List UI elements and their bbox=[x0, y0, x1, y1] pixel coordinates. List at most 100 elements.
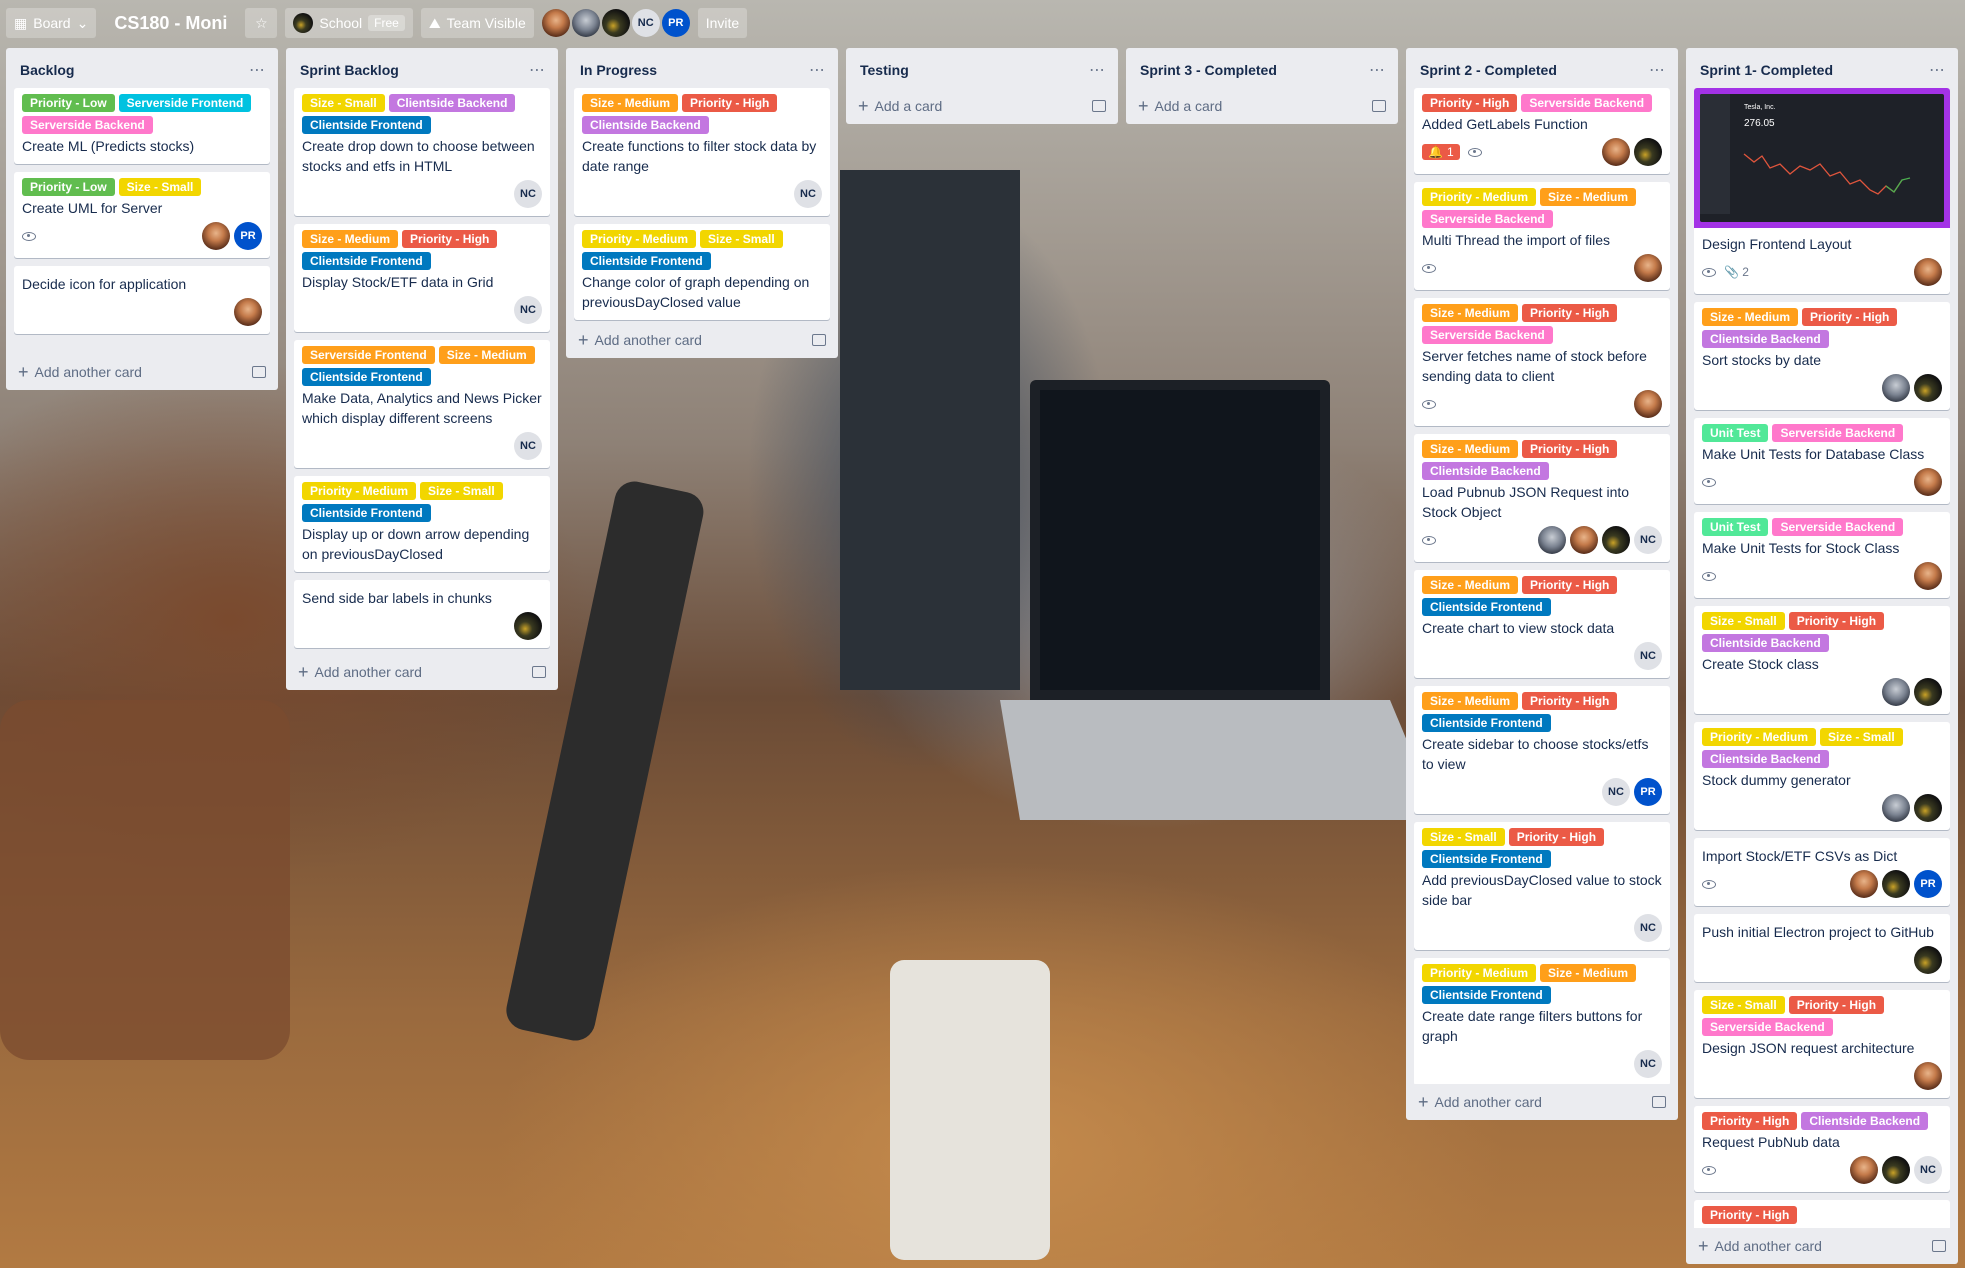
avatar[interactable]: PR bbox=[661, 9, 690, 37]
avatar[interactable]: NC bbox=[514, 296, 542, 324]
card-label[interactable]: Size - Small bbox=[1702, 612, 1785, 630]
card[interactable]: Unit Test Serverside Backend Make Unit Tes… bbox=[1694, 418, 1950, 504]
avatar[interactable] bbox=[1882, 794, 1910, 822]
card-label[interactable]: Size - Medium bbox=[1422, 576, 1519, 594]
more-options-icon[interactable]: ⋯ bbox=[1089, 60, 1106, 80]
card-label[interactable]: Size - Small bbox=[302, 94, 385, 112]
card-label[interactable]: Priority - Medium bbox=[582, 230, 697, 248]
avatar[interactable] bbox=[1914, 562, 1942, 590]
avatar[interactable] bbox=[1634, 254, 1662, 282]
more-options-icon[interactable]: ⋯ bbox=[529, 60, 546, 80]
card-label[interactable]: Priority - Medium bbox=[1422, 964, 1537, 982]
avatar[interactable]: NC bbox=[631, 9, 660, 37]
card-label[interactable]: Clientside Backend bbox=[1702, 750, 1829, 768]
avatar[interactable]: NC bbox=[1634, 914, 1662, 942]
card-label[interactable]: Serverside Frontend bbox=[302, 346, 435, 364]
list-title[interactable]: In Progress bbox=[580, 62, 657, 78]
card-label[interactable]: Clientside Frontend bbox=[582, 252, 711, 270]
card-label[interactable]: Unit Test bbox=[1702, 518, 1769, 536]
avatar[interactable] bbox=[1850, 1156, 1878, 1184]
card[interactable]: Priority - Medium Size - Medium Serverside… bbox=[1414, 182, 1670, 290]
add-card-button[interactable]: + Add another card bbox=[6, 354, 278, 390]
avatar[interactable] bbox=[1914, 258, 1942, 286]
avatar[interactable] bbox=[1850, 870, 1878, 898]
card-label[interactable]: Clientside Frontend bbox=[1422, 986, 1551, 1004]
card[interactable]: Priority - High Clientside Backend Request… bbox=[1694, 1106, 1950, 1192]
list-title[interactable]: Sprint 2 - Completed bbox=[1420, 62, 1557, 78]
card-label[interactable]: Serverside Backend bbox=[22, 116, 153, 134]
avatar[interactable] bbox=[1914, 794, 1942, 822]
card-label[interactable]: Serverside Backend bbox=[1772, 518, 1904, 536]
avatar[interactable] bbox=[1882, 374, 1910, 402]
avatar[interactable] bbox=[1570, 526, 1598, 554]
card[interactable]: Decide icon for application bbox=[14, 266, 270, 334]
card-label[interactable]: Serverside Backend bbox=[1422, 326, 1553, 344]
add-card-button[interactable]: + Add another card bbox=[1686, 1228, 1958, 1264]
more-options-icon[interactable]: ⋯ bbox=[1649, 60, 1666, 80]
card-label[interactable]: Clientside Frontend bbox=[302, 252, 431, 270]
card-label[interactable]: Priority - High bbox=[1522, 576, 1618, 594]
avatar[interactable] bbox=[1882, 678, 1910, 706]
avatar[interactable]: PR bbox=[1634, 778, 1662, 806]
card-label[interactable]: Size - Medium bbox=[1422, 692, 1519, 710]
visibility-button[interactable]: ⛰ Team Visible bbox=[420, 8, 534, 38]
card-label[interactable]: Priority - High bbox=[402, 230, 498, 248]
due-alert-badge[interactable]: 🔔 1 bbox=[1422, 144, 1460, 160]
invite-button[interactable]: Invite bbox=[697, 8, 748, 38]
card[interactable]: Import Stock/ETF CSVs as Dict PR bbox=[1694, 838, 1950, 906]
card-template-icon[interactable] bbox=[532, 666, 546, 678]
add-card-button[interactable]: + Add another card bbox=[566, 322, 838, 358]
card-label[interactable]: Size - Medium bbox=[1422, 440, 1519, 458]
card-template-icon[interactable] bbox=[812, 334, 826, 346]
card-label[interactable]: Clientside Backend bbox=[388, 94, 516, 112]
avatar[interactable]: PR bbox=[234, 222, 262, 250]
star-button[interactable]: ☆ bbox=[245, 8, 278, 38]
card[interactable]: Unit Test Serverside Backend Make Unit Tes… bbox=[1694, 512, 1950, 598]
card-label[interactable]: Size - Medium bbox=[1702, 308, 1799, 326]
card-template-icon[interactable] bbox=[1372, 100, 1386, 112]
card-label[interactable]: Size - Small bbox=[1702, 996, 1785, 1014]
card-label[interactable]: Clientside Backend bbox=[1702, 330, 1829, 348]
avatar[interactable] bbox=[541, 9, 570, 37]
avatar[interactable] bbox=[1882, 870, 1910, 898]
card-label[interactable]: Priority - High bbox=[1702, 1206, 1798, 1224]
avatar[interactable]: NC bbox=[1634, 526, 1662, 554]
card-label[interactable]: Size - Small bbox=[700, 230, 783, 248]
card-label[interactable]: Serverside Backend bbox=[1702, 1018, 1833, 1036]
card[interactable]: Priority - Medium Size - Small Clientside … bbox=[574, 224, 830, 320]
avatar[interactable] bbox=[1602, 526, 1630, 554]
avatar[interactable] bbox=[1914, 374, 1942, 402]
card-label[interactable]: Size - Small bbox=[1820, 728, 1903, 746]
card-label[interactable]: Clientside Frontend bbox=[302, 116, 431, 134]
card-template-icon[interactable] bbox=[1932, 1240, 1946, 1252]
card-label[interactable]: Clientside Frontend bbox=[302, 368, 431, 386]
card-label[interactable]: Serverside Backend bbox=[1521, 94, 1653, 112]
card[interactable]: Size - Small Clientside Backend Clientside… bbox=[294, 88, 550, 216]
card-label[interactable]: Priority - High bbox=[1522, 692, 1618, 710]
card[interactable]: Serverside Frontend Size - Medium Clientsi… bbox=[294, 340, 550, 468]
card-label[interactable]: Size - Medium bbox=[582, 94, 679, 112]
add-card-button[interactable]: + Add a card bbox=[1126, 88, 1398, 124]
add-card-button[interactable]: + Add another card bbox=[286, 654, 558, 690]
avatar[interactable] bbox=[1634, 390, 1662, 418]
board-switch-button[interactable]: ▦ Board ⌄ bbox=[6, 8, 97, 38]
card-label[interactable]: Size - Medium bbox=[1540, 964, 1637, 982]
card-label[interactable]: Unit Test bbox=[1702, 424, 1769, 442]
card-label[interactable]: Size - Small bbox=[118, 178, 202, 196]
card[interactable]: Size - Medium Priority - High Serverside B… bbox=[1414, 298, 1670, 426]
avatar[interactable]: NC bbox=[1634, 1050, 1662, 1078]
card-label[interactable]: Clientside Backend bbox=[1801, 1112, 1929, 1130]
card[interactable]: Priority - Medium Size - Small Clientside … bbox=[1694, 722, 1950, 830]
more-options-icon[interactable]: ⋯ bbox=[1929, 60, 1946, 80]
card[interactable]: Size - Small Priority - High Clientside Fr… bbox=[1414, 822, 1670, 950]
card-label[interactable]: Clientside Frontend bbox=[1422, 598, 1551, 616]
card-label[interactable]: Priority - High bbox=[1788, 996, 1885, 1014]
card-template-icon[interactable] bbox=[1652, 1096, 1666, 1108]
list-title[interactable]: Sprint 1- Completed bbox=[1700, 62, 1833, 78]
card-label[interactable]: Priority - Low bbox=[22, 94, 115, 112]
card-template-icon[interactable] bbox=[252, 366, 266, 378]
card[interactable]: Priority - High Serverside Backend Added G… bbox=[1414, 88, 1670, 174]
card[interactable]: Priority - High bbox=[1694, 1200, 1950, 1228]
avatar[interactable]: NC bbox=[1634, 642, 1662, 670]
card-label[interactable]: Clientside Backend bbox=[1702, 634, 1829, 652]
